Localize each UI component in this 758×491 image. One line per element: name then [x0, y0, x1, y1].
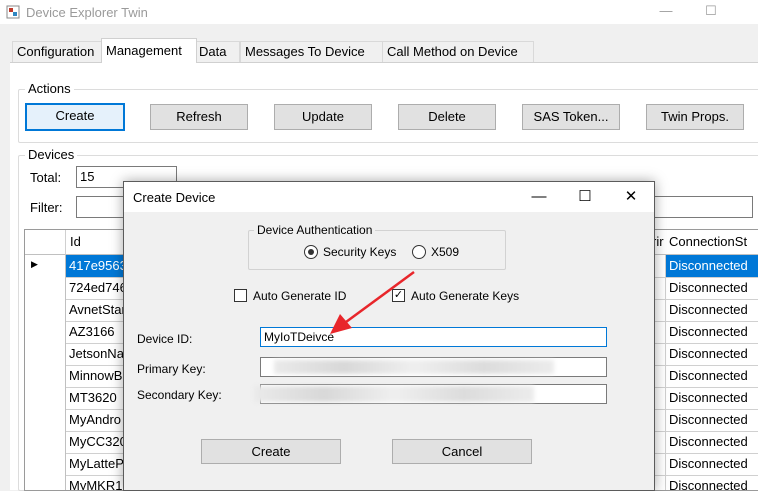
row-header[interactable] — [25, 299, 66, 321]
refresh-button[interactable]: Refresh — [150, 104, 248, 130]
auto-generate-keys-label: Auto Generate Keys — [411, 289, 520, 303]
device-id-input[interactable]: MyIoTDeivce — [260, 327, 607, 347]
row-header[interactable] — [25, 409, 66, 431]
device-id-cell[interactable]: AZ3166 — [66, 321, 129, 343]
connection-state-cell[interactable]: Disconnected — [665, 387, 758, 409]
dialog-cancel-button[interactable]: Cancel — [392, 439, 532, 464]
row-header[interactable]: ▶ — [25, 255, 66, 277]
window-title: Device Explorer Twin — [26, 5, 148, 20]
row-header[interactable] — [25, 431, 66, 453]
current-row-marker-icon: ▶ — [31, 259, 38, 269]
minimize-button[interactable]: — — [644, 0, 688, 24]
delete-button[interactable]: Delete — [398, 104, 496, 130]
create-button[interactable]: Create — [25, 103, 125, 131]
secondary-key-label: Secondary Key: — [137, 388, 222, 402]
column-header-connection-state[interactable]: ConnectionSt — [665, 230, 758, 255]
row-header[interactable] — [25, 387, 66, 409]
filter-label: Filter: — [30, 200, 63, 215]
row-header[interactable] — [25, 343, 66, 365]
dialog-maximize-button[interactable]: ☐ — [562, 182, 608, 212]
device-id-cell[interactable]: MyCC320 — [66, 431, 129, 453]
security-keys-radio[interactable] — [304, 245, 318, 259]
tab-management[interactable]: Management — [101, 38, 197, 63]
twin-props-button[interactable]: Twin Props. — [646, 104, 744, 130]
column-header-id[interactable]: Id — [66, 230, 127, 255]
dialog-create-button[interactable]: Create — [201, 439, 341, 464]
grid-corner-header — [25, 230, 66, 255]
row-header[interactable] — [25, 365, 66, 387]
tab-messages-to-device[interactable]: Messages To Device — [240, 41, 384, 62]
sas-token-button[interactable]: SAS Token... — [522, 104, 620, 130]
secondary-key-redaction — [254, 386, 534, 402]
dialog-title: Create Device — [133, 190, 216, 205]
app-icon — [6, 5, 20, 19]
connection-state-cell[interactable]: Disconnected — [665, 453, 758, 475]
row-header[interactable] — [25, 453, 66, 475]
connection-state-cell[interactable]: Disconnected — [665, 277, 758, 299]
maximize-button[interactable]: ☐ — [689, 0, 733, 24]
x509-radio[interactable] — [412, 245, 426, 259]
primary-key-label: Primary Key: — [137, 362, 206, 376]
connection-state-cell[interactable]: Disconnected — [665, 431, 758, 453]
x509-label: X509 — [431, 245, 460, 259]
row-header[interactable] — [25, 321, 66, 343]
devices-group-label: Devices — [25, 147, 78, 162]
device-id-cell[interactable]: MT3620 — [66, 387, 129, 409]
device-id-label: Device ID: — [137, 332, 193, 346]
connection-state-cell[interactable]: Disconnected — [665, 343, 758, 365]
auto-generate-id-checkbox[interactable] — [234, 289, 247, 302]
device-id-cell[interactable]: 417e9563 — [66, 255, 129, 277]
dialog-minimize-button[interactable]: — — [516, 182, 562, 212]
device-id-cell[interactable]: 724ed746 — [66, 277, 129, 299]
device-id-cell[interactable]: MyLatteP — [66, 453, 129, 475]
row-header[interactable] — [25, 277, 66, 299]
primary-key-redaction — [274, 360, 554, 374]
connection-state-cell[interactable]: Disconnected — [665, 409, 758, 431]
connection-state-cell[interactable]: Disconnected — [665, 321, 758, 343]
connection-state-cell[interactable]: Disconnected — [665, 365, 758, 387]
auth-group-label: Device Authentication — [254, 223, 376, 237]
dialog-close-button[interactable]: ✕ — [608, 182, 654, 212]
tab-call-method[interactable]: Call Method on Device — [382, 41, 534, 62]
connection-state-cell[interactable]: Disconnected — [665, 299, 758, 321]
auto-generate-id-label: Auto Generate ID — [253, 289, 347, 303]
device-id-cell[interactable]: MyAndro — [66, 409, 129, 431]
actions-group-label: Actions — [25, 81, 74, 96]
device-id-cell[interactable]: MinnowB — [66, 365, 129, 387]
total-label: Total: — [30, 170, 62, 185]
update-button[interactable]: Update — [274, 104, 372, 130]
window-titlebar: Device Explorer Twin — ☐ — [0, 0, 758, 24]
device-id-cell[interactable]: AvnetStar — [66, 299, 129, 321]
security-keys-label: Security Keys — [323, 245, 397, 259]
tab-data[interactable]: Data — [194, 41, 240, 62]
auto-generate-keys-checkbox[interactable]: ✓ — [392, 289, 405, 302]
connection-state-cell[interactable]: Disconnected — [665, 255, 758, 277]
dialog-titlebar: Create Device — ☐ ✕ — [124, 182, 654, 212]
device-id-cell[interactable]: JetsonNa — [66, 343, 129, 365]
radio-selected-dot — [308, 249, 314, 255]
create-device-dialog: Create Device — ☐ ✕ Device Authenticatio… — [123, 181, 655, 491]
tab-configuration[interactable]: Configuration — [12, 41, 104, 62]
